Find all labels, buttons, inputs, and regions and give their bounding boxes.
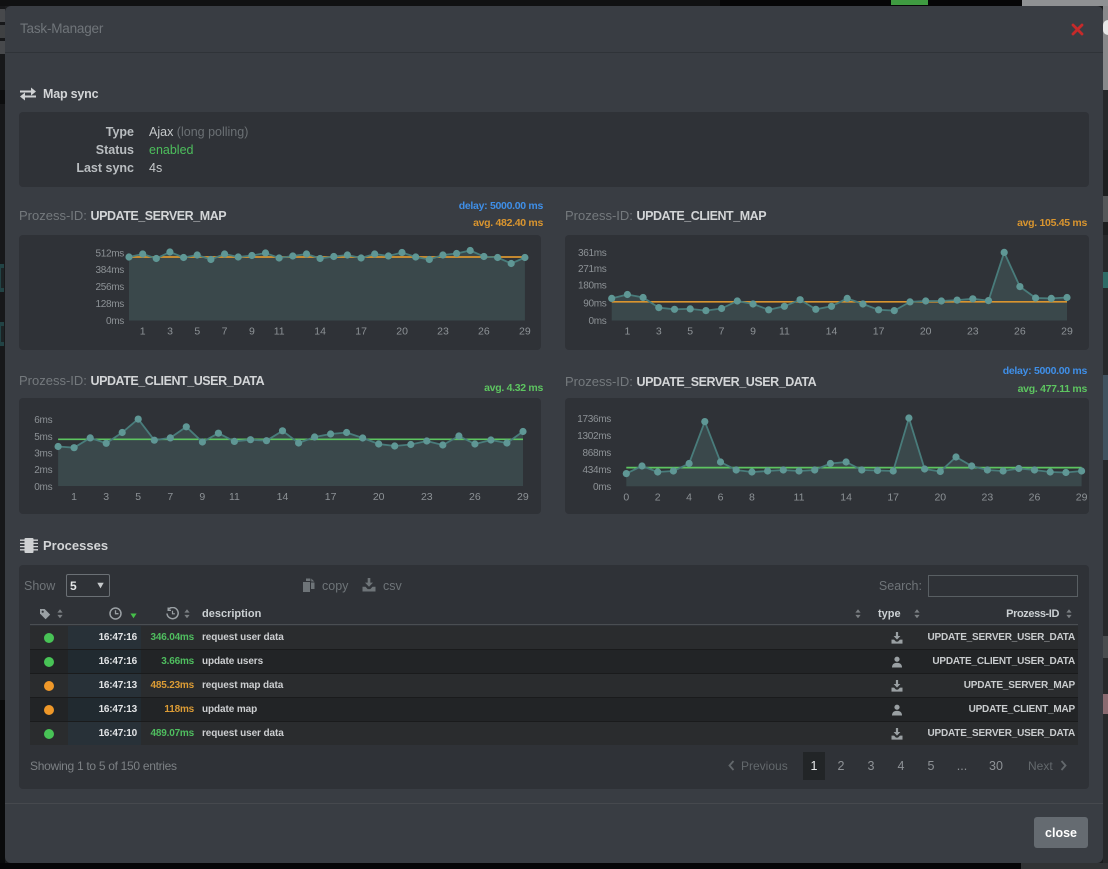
svg-text:23: 23: [982, 491, 994, 503]
svg-text:0: 0: [623, 491, 629, 503]
svg-text:29: 29: [519, 326, 531, 338]
svg-text:14: 14: [826, 326, 838, 338]
svg-text:29: 29: [1076, 491, 1088, 503]
svg-text:17: 17: [887, 491, 899, 503]
svg-text:5ms: 5ms: [34, 432, 52, 443]
svg-text:17: 17: [325, 491, 337, 503]
svg-text:23: 23: [967, 326, 979, 338]
svg-text:1: 1: [140, 326, 146, 338]
svg-text:868ms: 868ms: [582, 448, 611, 459]
svg-text:14: 14: [314, 326, 326, 338]
svg-text:20: 20: [920, 326, 932, 338]
svg-text:17: 17: [873, 326, 885, 338]
svg-text:26: 26: [1014, 326, 1026, 338]
svg-text:14: 14: [840, 491, 852, 503]
svg-text:0ms: 0ms: [34, 482, 52, 493]
svg-text:1736ms: 1736ms: [577, 414, 611, 425]
svg-text:384ms: 384ms: [95, 265, 124, 276]
svg-text:3: 3: [167, 326, 173, 338]
svg-text:5: 5: [687, 326, 693, 338]
svg-text:128ms: 128ms: [95, 299, 124, 310]
svg-text:180ms: 180ms: [578, 281, 607, 292]
svg-text:11: 11: [779, 326, 790, 338]
svg-text:90ms: 90ms: [583, 299, 607, 310]
svg-text:3: 3: [103, 491, 109, 503]
svg-text:11: 11: [229, 491, 240, 503]
svg-text:1302ms: 1302ms: [577, 431, 611, 442]
svg-text:0ms: 0ms: [593, 482, 611, 493]
svg-text:17: 17: [355, 326, 367, 338]
svg-text:26: 26: [1029, 491, 1041, 503]
svg-text:4: 4: [686, 491, 692, 503]
svg-text:26: 26: [469, 491, 481, 503]
svg-text:11: 11: [274, 326, 285, 338]
svg-text:23: 23: [421, 491, 433, 503]
svg-text:2: 2: [655, 491, 661, 503]
svg-text:7: 7: [222, 326, 228, 338]
svg-text:7: 7: [719, 326, 725, 338]
svg-text:512ms: 512ms: [95, 249, 124, 260]
svg-text:256ms: 256ms: [95, 282, 124, 293]
svg-text:6: 6: [718, 491, 724, 503]
svg-text:0ms: 0ms: [589, 316, 607, 327]
svg-text:29: 29: [517, 491, 529, 503]
svg-text:5: 5: [194, 326, 200, 338]
svg-text:8: 8: [749, 491, 755, 503]
svg-text:7: 7: [167, 491, 173, 503]
svg-text:9: 9: [199, 491, 205, 503]
svg-text:20: 20: [396, 326, 408, 338]
svg-text:434ms: 434ms: [582, 465, 611, 476]
svg-text:9: 9: [750, 326, 756, 338]
svg-text:271ms: 271ms: [578, 264, 607, 275]
svg-text:361ms: 361ms: [578, 248, 607, 259]
svg-text:2ms: 2ms: [34, 465, 52, 476]
svg-text:3ms: 3ms: [34, 449, 52, 460]
svg-text:0ms: 0ms: [106, 316, 124, 327]
svg-text:5: 5: [135, 491, 141, 503]
svg-text:26: 26: [478, 326, 490, 338]
svg-text:9: 9: [249, 326, 255, 338]
svg-text:20: 20: [373, 491, 385, 503]
svg-text:14: 14: [277, 491, 289, 503]
svg-text:29: 29: [1061, 326, 1073, 338]
svg-text:23: 23: [437, 326, 449, 338]
svg-text:1: 1: [624, 326, 630, 338]
svg-text:6ms: 6ms: [34, 415, 52, 426]
svg-text:20: 20: [934, 491, 946, 503]
svg-text:1: 1: [71, 491, 77, 503]
svg-text:11: 11: [794, 491, 805, 503]
svg-text:3: 3: [656, 326, 662, 338]
